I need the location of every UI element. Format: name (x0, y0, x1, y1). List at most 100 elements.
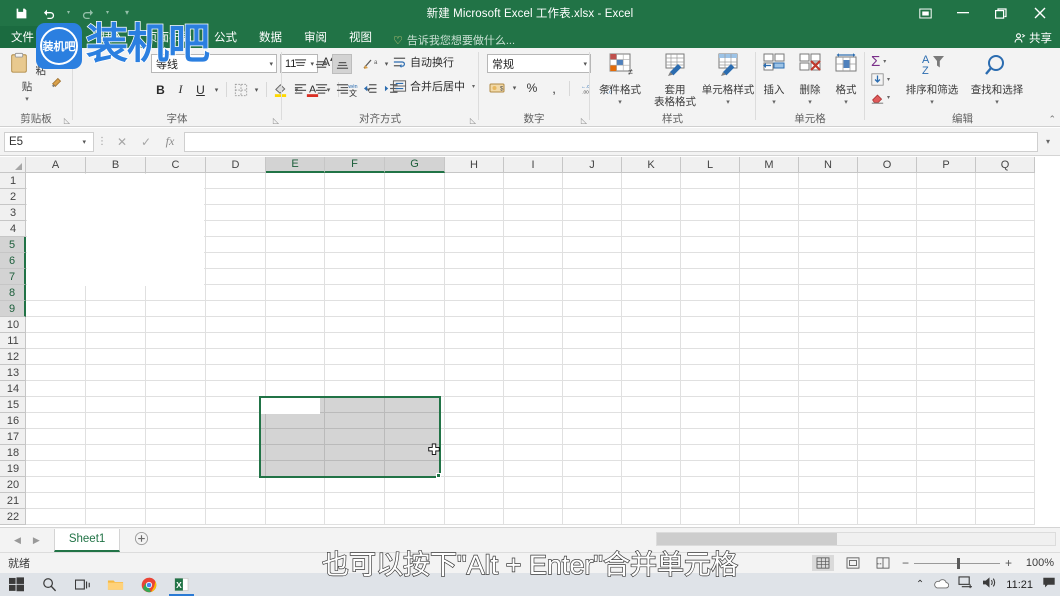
row-header-3[interactable]: 3 (0, 205, 26, 221)
row-header-15[interactable]: 15 (0, 397, 26, 413)
column-header-c[interactable]: C (146, 157, 206, 173)
column-header-i[interactable]: I (504, 157, 563, 173)
align-center-button[interactable] (311, 78, 331, 98)
paste-button[interactable]: 粘贴 ▾ (6, 52, 48, 103)
undo-icon[interactable] (36, 2, 62, 24)
tell-me-box[interactable]: ♡ 告诉我您想要做什么... (393, 32, 515, 48)
font-dialog-launcher[interactable]: ◺ (273, 116, 279, 125)
row-header-18[interactable]: 18 (0, 445, 26, 461)
customize-qat-icon[interactable]: ▾ (114, 2, 140, 24)
autosum-button[interactable]: Σ ▾ (871, 52, 890, 70)
spreadsheet-grid[interactable]: ABCDEFGHIJKLMNOPQ 1234567891011121314151… (0, 157, 1060, 527)
row-header-1[interactable]: 1 (0, 173, 26, 189)
redo-icon[interactable] (75, 2, 101, 24)
conditional-formatting-button[interactable]: ≠ 条件格式 ▾ (592, 52, 648, 109)
column-header-d[interactable]: D (206, 157, 266, 173)
column-header-n[interactable]: N (799, 157, 858, 173)
sort-filter-dropdown-icon[interactable]: ▾ (901, 98, 963, 106)
row-header-13[interactable]: 13 (0, 365, 26, 381)
italic-button[interactable]: I (171, 80, 190, 99)
underline-dropdown-icon[interactable]: ▾ (211, 80, 222, 99)
comma-style-button[interactable]: , (544, 78, 564, 98)
align-right-button[interactable] (332, 78, 352, 98)
fill-handle[interactable] (436, 473, 441, 478)
column-header-o[interactable]: O (858, 157, 917, 173)
undo-dropdown-icon[interactable]: ▾ (64, 2, 73, 24)
cell-styles-dropdown-icon[interactable]: ▾ (700, 97, 756, 109)
tab-view[interactable]: 视图 (338, 26, 383, 48)
minimize-icon[interactable] (944, 0, 982, 26)
select-all-corner[interactable] (0, 157, 26, 173)
fill-button[interactable]: ▾ (871, 70, 890, 88)
merge-dropdown-icon[interactable]: ▾ (472, 83, 475, 90)
row-header-8[interactable]: 8 (0, 285, 26, 301)
name-box-dropdown-icon[interactable]: ▾ (82, 138, 86, 146)
top-align-button[interactable] (290, 54, 310, 74)
column-header-p[interactable]: P (917, 157, 976, 173)
column-header-l[interactable]: L (681, 157, 740, 173)
borders-dropdown-icon[interactable]: ▾ (251, 80, 262, 99)
insert-dropdown-icon[interactable]: ▾ (756, 97, 792, 109)
alignment-dialog-launcher[interactable]: ◺ (470, 116, 476, 125)
formula-input[interactable] (184, 132, 1038, 152)
name-box[interactable]: E5 ▾ (4, 132, 94, 152)
format-as-table-button[interactable]: 套用 表格格式 (647, 52, 703, 108)
expand-formula-bar-icon[interactable]: ▾ (1040, 137, 1056, 146)
number-dialog-launcher[interactable]: ◺ (581, 116, 587, 125)
bold-button[interactable]: B (151, 80, 170, 99)
row-header-9[interactable]: 9 (0, 301, 26, 317)
column-header-e[interactable]: E (266, 157, 325, 173)
insert-cells-button[interactable]: 插入 ▾ (756, 52, 792, 109)
find-select-dropdown-icon[interactable]: ▾ (966, 98, 1028, 106)
wrap-text-button[interactable]: 自动换行 (392, 54, 454, 70)
row-header-4[interactable]: 4 (0, 221, 26, 237)
row-header-14[interactable]: 14 (0, 381, 26, 397)
row-header-17[interactable]: 17 (0, 429, 26, 445)
tab-data[interactable]: 数据 (248, 26, 293, 48)
ribbon-display-options-icon[interactable] (906, 0, 944, 26)
redo-dropdown-icon[interactable]: ▾ (103, 2, 112, 24)
row-header-12[interactable]: 12 (0, 349, 26, 365)
cell-styles-button[interactable]: 单元格样式 ▾ (700, 52, 756, 109)
column-header-g[interactable]: G (385, 157, 445, 173)
sort-filter-button[interactable]: AZ 排序和筛选 ▾ (901, 52, 963, 106)
delete-dropdown-icon[interactable]: ▾ (792, 97, 828, 109)
tab-review[interactable]: 审阅 (293, 26, 338, 48)
insert-function-icon[interactable]: fx (158, 134, 182, 149)
tab-formulas[interactable]: 公式 (203, 26, 248, 48)
conditional-dropdown-icon[interactable]: ▾ (592, 97, 648, 109)
paste-dropdown-icon[interactable]: ▾ (6, 95, 48, 103)
font-name-combobox[interactable]: 等线 ▾ (151, 54, 277, 73)
number-format-dropdown-icon[interactable]: ▾ (583, 60, 587, 68)
accounting-format-icon[interactable]: $ (487, 78, 507, 98)
find-select-button[interactable]: 查找和选择 ▾ (966, 52, 1028, 106)
row-header-7[interactable]: 7 (0, 269, 26, 285)
decrease-indent-button[interactable] (360, 78, 380, 98)
column-header-j[interactable]: J (563, 157, 622, 173)
enter-formula-icon[interactable]: ✓ (134, 135, 158, 149)
restore-icon[interactable] (982, 0, 1020, 26)
underline-button[interactable]: U (191, 80, 210, 99)
column-header-f[interactable]: F (325, 157, 385, 173)
row-header-11[interactable]: 11 (0, 333, 26, 349)
clear-button[interactable]: ▾ (871, 88, 890, 106)
tab-file[interactable]: 文件 (0, 26, 45, 48)
row-header-20[interactable]: 20 (0, 477, 26, 493)
format-cells-button[interactable]: 格式 ▾ (828, 52, 864, 109)
column-header-m[interactable]: M (740, 157, 799, 173)
autosum-dropdown-icon[interactable]: ▾ (883, 58, 886, 65)
share-button[interactable]: 共享 (1014, 30, 1052, 46)
orientation-dropdown-icon[interactable]: ▾ (381, 55, 392, 74)
collapse-ribbon-icon[interactable]: ⌃ (1048, 114, 1056, 125)
selection-range[interactable] (260, 397, 440, 477)
column-header-b[interactable]: B (86, 157, 146, 173)
row-header-21[interactable]: 21 (0, 493, 26, 509)
row-header-6[interactable]: 6 (0, 253, 26, 269)
orientation-button[interactable]: a (360, 54, 380, 74)
tab-page-layout[interactable]: 页面布局 (135, 26, 203, 48)
clear-dropdown-icon[interactable]: ▾ (887, 94, 890, 101)
format-painter-button[interactable] (50, 75, 70, 92)
column-header-a[interactable]: A (26, 157, 86, 173)
percent-style-button[interactable]: % (522, 78, 542, 98)
middle-align-button[interactable] (311, 54, 331, 74)
